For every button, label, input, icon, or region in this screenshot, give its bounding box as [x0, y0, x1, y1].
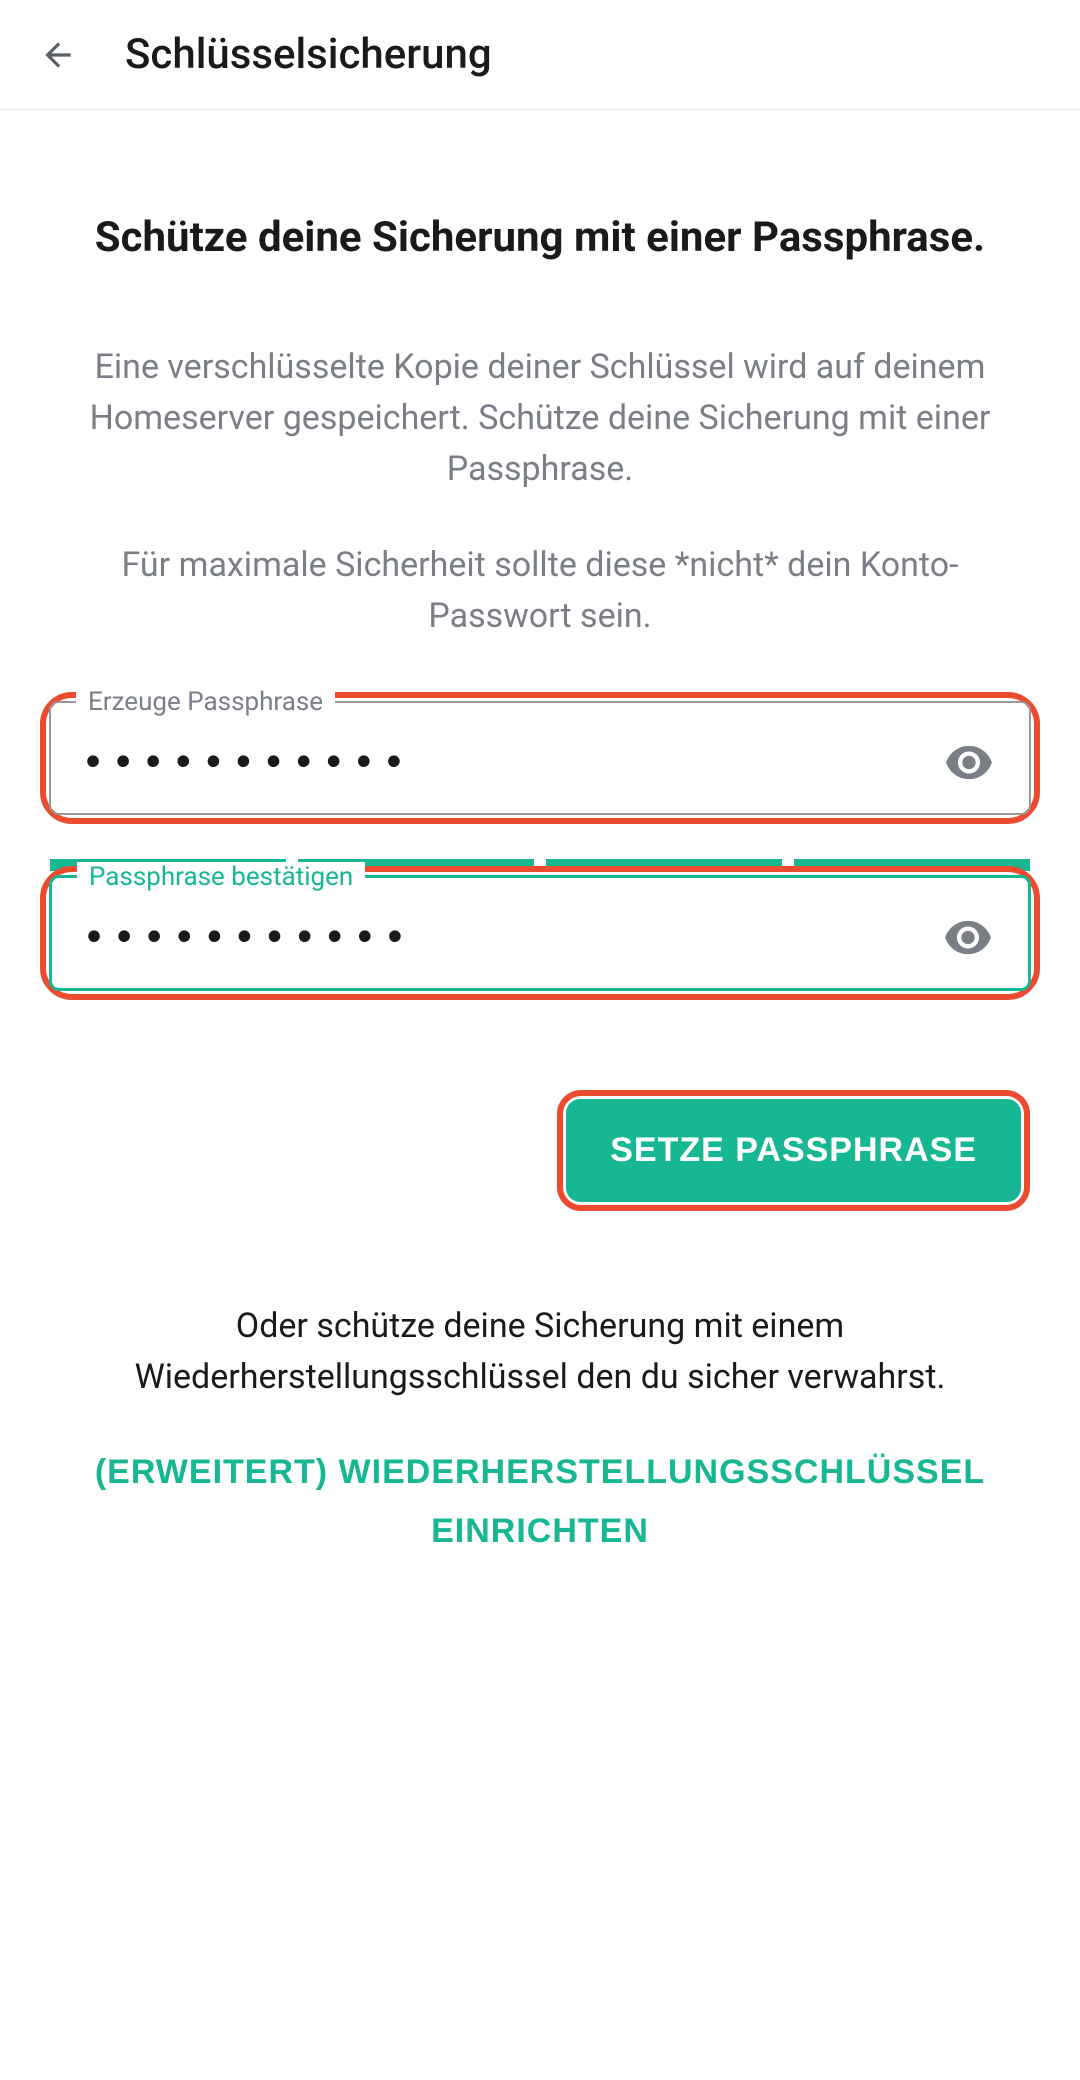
create-passphrase-inner: Erzeuge Passphrase •••••••••••: [49, 701, 1031, 815]
app-header: Schlüsselsicherung: [0, 0, 1080, 110]
create-passphrase-group: Erzeuge Passphrase •••••••••••: [40, 692, 1040, 824]
back-button[interactable]: [35, 32, 80, 77]
confirm-passphrase-label: Passphrase bestätigen: [77, 862, 365, 892]
button-row: SETZE PASSPHRASE: [40, 1090, 1040, 1211]
set-button-highlight: SETZE PASSPHRASE: [557, 1090, 1030, 1211]
toggle-visibility-create[interactable]: [939, 743, 999, 783]
create-passphrase-label: Erzeuge Passphrase: [76, 687, 335, 717]
alternative-text: Oder schütze deine Sicherung mit einem W…: [40, 1301, 1040, 1403]
confirm-passphrase-value: •••••••••••: [82, 918, 938, 958]
create-passphrase-input[interactable]: •••••••••••: [51, 703, 1029, 813]
eye-icon: [943, 920, 993, 955]
set-passphrase-button[interactable]: SETZE PASSPHRASE: [566, 1099, 1021, 1202]
description-text-1: Eine verschlüsselte Kopie deiner Schlüss…: [75, 342, 1005, 495]
toggle-visibility-confirm[interactable]: [938, 918, 998, 958]
main-heading: Schütze deine Sicherung mit einer Passph…: [40, 210, 1040, 267]
eye-icon: [944, 745, 994, 780]
confirm-passphrase-input[interactable]: •••••••••••: [52, 878, 1028, 988]
advanced-recovery-key-button[interactable]: (ERWEITERT) WIEDERHERSTELLUNGSSCHLÜSSEL …: [40, 1443, 1040, 1562]
confirm-passphrase-inner: Passphrase bestätigen •••••••••••: [49, 875, 1031, 991]
main-content: Schütze deine Sicherung mit einer Passph…: [0, 110, 1080, 1562]
arrow-left-icon: [39, 36, 77, 74]
description-block: Eine verschlüsselte Kopie deiner Schlüss…: [40, 342, 1040, 642]
description-text-2: Für maximale Sicherheit sollte diese *ni…: [75, 540, 1005, 642]
create-passphrase-value: •••••••••••: [81, 743, 939, 783]
confirm-passphrase-group: Passphrase bestätigen •••••••••••: [40, 866, 1040, 1000]
page-title: Schlüsselsicherung: [125, 30, 492, 79]
